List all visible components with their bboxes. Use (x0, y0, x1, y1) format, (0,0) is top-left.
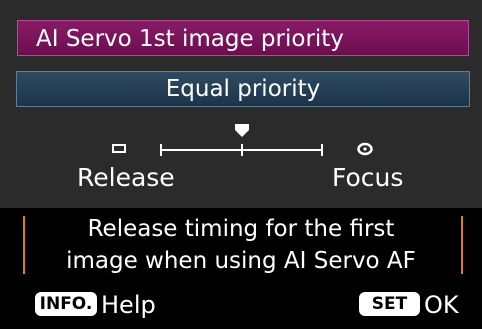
selected-value: Equal priority (165, 76, 321, 102)
selected-value-bar[interactable]: Equal priority (16, 71, 470, 107)
set-button-badge[interactable]: SET (359, 292, 420, 316)
info-button-badge[interactable]: INFO. (35, 292, 97, 316)
slider-tick-center (241, 144, 243, 156)
camera-menu-screen: AI Servo 1st image priority Equal priori… (0, 0, 482, 329)
pointer-down-icon[interactable] (232, 124, 252, 138)
slider-tick-right (321, 144, 323, 156)
priority-slider[interactable] (0, 118, 482, 168)
settings-panel: AI Servo 1st image priority Equal priori… (0, 0, 482, 208)
menu-title-bar: AI Servo 1st image priority (17, 20, 469, 56)
help-label: Help (101, 291, 156, 319)
ok-label: OK (424, 291, 459, 319)
release-square-icon (112, 144, 126, 153)
help-description: Release timing for the first image when … (0, 213, 482, 277)
slider-tick-left (160, 144, 162, 156)
release-label: Release (77, 163, 175, 192)
button-guide: INFO. Help SET OK (0, 288, 482, 322)
help-description-line-1: Release timing for the first (87, 216, 395, 242)
focus-dot-icon (357, 142, 373, 156)
focus-label: Focus (332, 163, 404, 192)
help-description-line-2: image when using AI Servo AF (66, 248, 416, 274)
menu-title: AI Servo 1st image priority (36, 26, 344, 52)
